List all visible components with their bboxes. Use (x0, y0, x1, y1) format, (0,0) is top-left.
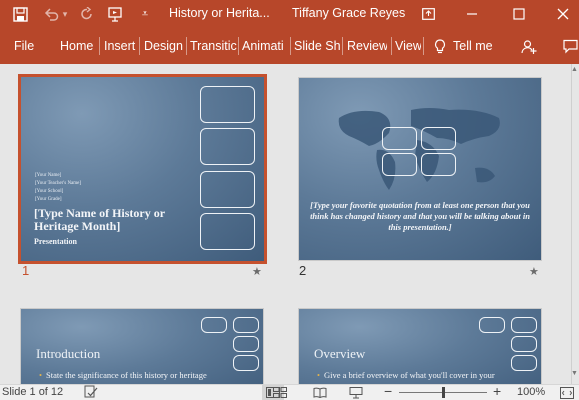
vertical-scrollbar[interactable] (571, 64, 572, 384)
slide-title: Overview (314, 346, 366, 361)
bullet-text: State the significance of this history o… (45, 370, 207, 380)
school-placeholder: [Your School] (35, 189, 64, 194)
photo-placeholder (511, 355, 537, 371)
photo-placeholder (511, 336, 537, 352)
zoom-in-icon[interactable]: + (493, 383, 501, 399)
photo-placeholder (201, 317, 227, 333)
photo-placeholder (233, 317, 259, 333)
star-icon[interactable]: ★ (252, 265, 262, 278)
tab-view[interactable]: View (395, 39, 421, 53)
photo-placeholder (233, 355, 259, 371)
slide-thumbnail-1[interactable]: [Your Name] [Your Teacher's Name] [Your … (18, 74, 267, 264)
photo-placeholder (200, 86, 255, 123)
slide-number-1: 1 (22, 263, 30, 278)
ribbon-display-options-icon[interactable] (420, 4, 436, 24)
ribbon-tabs: File Home Insert Design Transitic Animat… (0, 28, 579, 64)
zoom-out-icon[interactable]: − (384, 383, 392, 399)
slide-number-2: 2 (299, 263, 307, 278)
tab-insert[interactable]: Insert (104, 39, 139, 53)
slide-bullet: • State the significance of this history … (39, 370, 207, 380)
photo-placeholder (421, 127, 456, 150)
slide-title: Introduction (36, 346, 101, 361)
tab-separator (391, 37, 392, 55)
start-from-beginning-icon[interactable] (106, 4, 126, 24)
slide-show-icon[interactable] (349, 385, 363, 400)
slide-subtitle: Presentation (34, 237, 77, 246)
tab-separator (186, 37, 187, 55)
tab-transitions[interactable]: Transitic (190, 39, 237, 53)
tab-home[interactable]: Home (60, 39, 96, 53)
status-bar: Slide 1 of 12 − + 100% (0, 383, 579, 400)
slide-counter: Slide 1 of 12 (2, 386, 64, 398)
undo-icon[interactable] (42, 4, 60, 24)
photo-placeholder (200, 171, 255, 208)
fit-to-window-icon[interactable] (560, 385, 574, 400)
title-bar: ▾ ⩡ History or Herita... Tiffany Grace R… (0, 0, 579, 28)
photo-placeholder (421, 153, 456, 176)
minimize-icon[interactable] (464, 4, 480, 24)
photo-placeholder (382, 153, 417, 176)
zoom-slider-thumb[interactable] (442, 387, 445, 398)
share-icon[interactable] (520, 37, 538, 57)
tab-separator (423, 37, 424, 55)
slide-thumbnail-3[interactable]: Introduction • State the significance of … (20, 308, 264, 384)
slide-thumbnail-2[interactable]: [Type your favorite quotation from at le… (298, 77, 542, 261)
slide-bullet: • Give a brief overview of what you'll co… (317, 370, 495, 380)
document-title: History or Herita... (169, 6, 270, 20)
user-name[interactable]: Tiffany Grace Reyes (292, 6, 405, 20)
tab-separator (99, 37, 100, 55)
spell-check-icon[interactable] (84, 385, 98, 400)
photo-placeholder (200, 128, 255, 165)
undo-dropdown-icon[interactable]: ▾ (60, 4, 70, 24)
tab-separator (238, 37, 239, 55)
photo-placeholder (479, 317, 505, 333)
redo-icon[interactable] (78, 4, 96, 24)
tab-animations[interactable]: Animati (242, 39, 287, 53)
star-icon[interactable]: ★ (529, 265, 539, 278)
tab-file[interactable]: File (14, 39, 34, 53)
maximize-icon[interactable] (511, 4, 527, 24)
tab-separator (342, 37, 343, 55)
quote-placeholder: [Type your favorite quotation from at le… (310, 200, 530, 232)
scroll-up-arrow-icon[interactable]: ▲ (571, 66, 578, 73)
scroll-down-arrow-icon[interactable]: ▼ (571, 370, 578, 377)
tab-separator (290, 37, 291, 55)
grade-placeholder: [Your Grade] (35, 197, 62, 202)
name-placeholder: [Your Name] (35, 173, 62, 178)
tab-separator (139, 37, 140, 55)
customize-toolbar-icon[interactable]: ⩡ (138, 4, 152, 24)
photo-placeholder (200, 213, 255, 250)
photo-placeholder (382, 127, 417, 150)
tell-me-search[interactable]: Tell me (453, 39, 493, 53)
photo-placeholder (233, 336, 259, 352)
bullet-text: Give a brief overview of what you'll cov… (323, 370, 495, 380)
photo-placeholder (511, 317, 537, 333)
slide-thumbnail-4[interactable]: Overview • Give a brief overview of what … (298, 308, 542, 384)
comments-icon[interactable] (562, 36, 578, 56)
tab-design[interactable]: Design (144, 39, 184, 53)
tab-review[interactable]: Review (347, 39, 387, 53)
tab-slide-show[interactable]: Slide Sh (294, 39, 340, 53)
save-icon[interactable] (10, 4, 30, 24)
slide-sorter-icon[interactable] (273, 385, 287, 400)
lightbulb-icon[interactable] (433, 37, 447, 57)
slide-sorter-area: [Your Name] [Your Teacher's Name] [Your … (0, 64, 579, 384)
close-icon[interactable] (555, 4, 571, 24)
bullet-dot-icon: • (39, 370, 42, 380)
reading-view-icon[interactable] (313, 385, 327, 400)
teacher-placeholder: [Your Teacher's Name] (35, 181, 82, 186)
bullet-dot-icon: • (317, 370, 320, 380)
zoom-percentage[interactable]: 100% (517, 386, 545, 398)
slide-title: [Type Name of History or Heritage Month] (34, 206, 165, 233)
